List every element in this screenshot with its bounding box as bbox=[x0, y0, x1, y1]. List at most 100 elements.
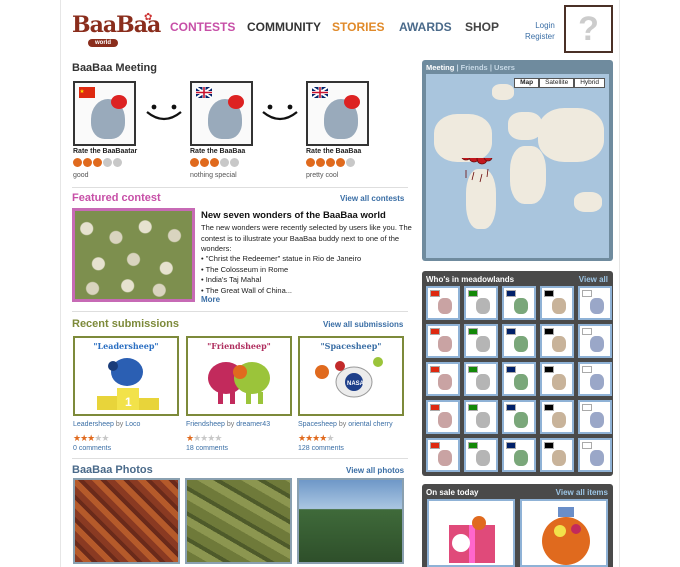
sale-view-all-link[interactable]: View all items bbox=[556, 488, 608, 497]
member-avatar[interactable] bbox=[540, 286, 574, 320]
map-pin-cluster-icon[interactable] bbox=[460, 158, 496, 184]
member-avatar[interactable] bbox=[464, 400, 498, 434]
comments-link-1[interactable]: 0 comments bbox=[73, 445, 111, 452]
member-avatar[interactable] bbox=[502, 324, 536, 358]
who-view-all-link[interactable]: View all bbox=[579, 275, 608, 284]
paw-icon[interactable] bbox=[306, 158, 315, 167]
map-type-satellite-button[interactable]: Satellite bbox=[539, 78, 575, 88]
member-avatar[interactable] bbox=[426, 438, 460, 472]
member-avatar[interactable] bbox=[502, 362, 536, 396]
nav-community[interactable]: COMMUNITY bbox=[247, 20, 321, 34]
featured-contest-image[interactable] bbox=[72, 208, 195, 302]
submission-card-2[interactable]: "Friendsheep" bbox=[186, 336, 292, 416]
paw-icon[interactable] bbox=[73, 158, 82, 167]
photos-title: BaaBaa Photos bbox=[72, 464, 153, 476]
meeting-avatar-3[interactable] bbox=[306, 81, 369, 146]
nav-shop[interactable]: SHOP bbox=[465, 20, 499, 34]
submission-name-link[interactable]: Leadersheep bbox=[73, 421, 114, 428]
tab-users[interactable]: Users bbox=[494, 63, 515, 72]
member-avatar[interactable] bbox=[502, 400, 536, 434]
paw-icon[interactable] bbox=[190, 158, 199, 167]
comments-link-3[interactable]: 128 comments bbox=[298, 445, 344, 452]
register-link[interactable]: Register bbox=[525, 31, 555, 42]
paw-icon[interactable] bbox=[113, 158, 122, 167]
paw-icon[interactable] bbox=[93, 158, 102, 167]
photo-fields[interactable] bbox=[185, 478, 292, 564]
submission-name-link[interactable]: Friendsheep bbox=[186, 421, 225, 428]
photo-mountain[interactable] bbox=[297, 478, 404, 564]
tab-friends[interactable]: Friends bbox=[461, 63, 488, 72]
paw-icon[interactable] bbox=[83, 158, 92, 167]
member-avatar[interactable] bbox=[502, 286, 536, 320]
submission-by: by bbox=[115, 421, 124, 428]
paw-icon[interactable] bbox=[336, 158, 345, 167]
login-link[interactable]: Login bbox=[525, 20, 555, 31]
comments-link-2[interactable]: 18 comments bbox=[186, 445, 228, 452]
member-avatar[interactable] bbox=[464, 438, 498, 472]
submission-card-3[interactable]: "Spacesheep" NASA bbox=[298, 336, 404, 416]
member-avatar[interactable] bbox=[578, 324, 612, 358]
photo-carpets[interactable] bbox=[73, 478, 180, 564]
member-avatar[interactable] bbox=[426, 324, 460, 358]
paw-rating-3[interactable] bbox=[306, 158, 355, 168]
member-avatar[interactable] bbox=[464, 286, 498, 320]
featured-title: Featured contest bbox=[72, 192, 161, 204]
star-rating-1[interactable]: ★★★★★ bbox=[73, 433, 109, 444]
paw-icon[interactable] bbox=[103, 158, 112, 167]
baabaa-logo[interactable]: BaaBaa ✿ world bbox=[72, 12, 161, 52]
member-avatar[interactable] bbox=[540, 362, 574, 396]
paw-icon[interactable] bbox=[316, 158, 325, 167]
nav-contests[interactable]: CONTESTS bbox=[170, 20, 235, 34]
view-all-contests-link[interactable]: View all contests bbox=[340, 194, 404, 203]
paw-icon[interactable] bbox=[346, 158, 355, 167]
sale-item-1[interactable] bbox=[427, 499, 515, 567]
submission-card-1[interactable]: "Leadersheep" 1 bbox=[73, 336, 179, 416]
submission-author-link[interactable]: dreamer43 bbox=[236, 421, 270, 428]
sale-panel: On sale today View all items bbox=[422, 484, 613, 567]
paw-icon[interactable] bbox=[200, 158, 209, 167]
member-avatar[interactable] bbox=[578, 438, 612, 472]
member-avatar[interactable] bbox=[426, 400, 460, 434]
paw-icon[interactable] bbox=[210, 158, 219, 167]
star-icon[interactable]: ★ bbox=[101, 433, 109, 443]
view-all-submissions-link[interactable]: View all submissions bbox=[323, 320, 403, 329]
paw-rating-2[interactable] bbox=[190, 158, 239, 168]
member-avatar[interactable] bbox=[464, 362, 498, 396]
world-map[interactable]: Map Satellite Hybrid bbox=[426, 74, 609, 258]
more-link[interactable]: More bbox=[201, 295, 220, 304]
paw-icon[interactable] bbox=[220, 158, 229, 167]
featured-headline[interactable]: New seven wonders of the BaaBaa world bbox=[201, 210, 386, 221]
nav-awards[interactable]: AWARDS bbox=[399, 20, 452, 34]
user-avatar[interactable]: ? bbox=[564, 5, 613, 53]
star-icon[interactable]: ★ bbox=[214, 433, 222, 443]
paw-rating-1[interactable] bbox=[73, 158, 122, 168]
member-avatar[interactable] bbox=[540, 324, 574, 358]
member-avatar[interactable] bbox=[426, 362, 460, 396]
submission-name-link[interactable]: Spacesheep bbox=[298, 421, 337, 428]
submission-author-link[interactable]: oriental cherry bbox=[348, 421, 392, 428]
member-avatar[interactable] bbox=[578, 400, 612, 434]
map-type-map-button[interactable]: Map bbox=[514, 78, 540, 88]
map-type-hybrid-button[interactable]: Hybrid bbox=[574, 78, 605, 88]
member-avatar[interactable] bbox=[540, 400, 574, 434]
member-avatar[interactable] bbox=[578, 286, 612, 320]
tab-meeting[interactable]: Meeting bbox=[426, 63, 454, 72]
nav-stories[interactable]: STORIES bbox=[332, 20, 384, 34]
submission-author-link[interactable]: Loco bbox=[125, 421, 140, 428]
star-rating-3[interactable]: ★★★★★ bbox=[298, 433, 334, 444]
meeting-avatar-2[interactable] bbox=[190, 81, 253, 146]
sale-item-2[interactable] bbox=[520, 499, 608, 567]
view-all-photos-link[interactable]: View all photos bbox=[346, 466, 404, 475]
member-avatar[interactable] bbox=[502, 438, 536, 472]
member-avatar[interactable] bbox=[578, 362, 612, 396]
submission-card-title: "Spacesheep" bbox=[320, 341, 382, 351]
country-flag-icon bbox=[506, 366, 516, 373]
member-avatar[interactable] bbox=[540, 438, 574, 472]
member-avatar[interactable] bbox=[426, 286, 460, 320]
star-icon[interactable]: ★ bbox=[326, 433, 334, 443]
meeting-avatar-1[interactable] bbox=[73, 81, 136, 146]
member-avatar[interactable] bbox=[464, 324, 498, 358]
paw-icon[interactable] bbox=[326, 158, 335, 167]
star-rating-2[interactable]: ★★★★★ bbox=[186, 433, 222, 444]
paw-icon[interactable] bbox=[230, 158, 239, 167]
